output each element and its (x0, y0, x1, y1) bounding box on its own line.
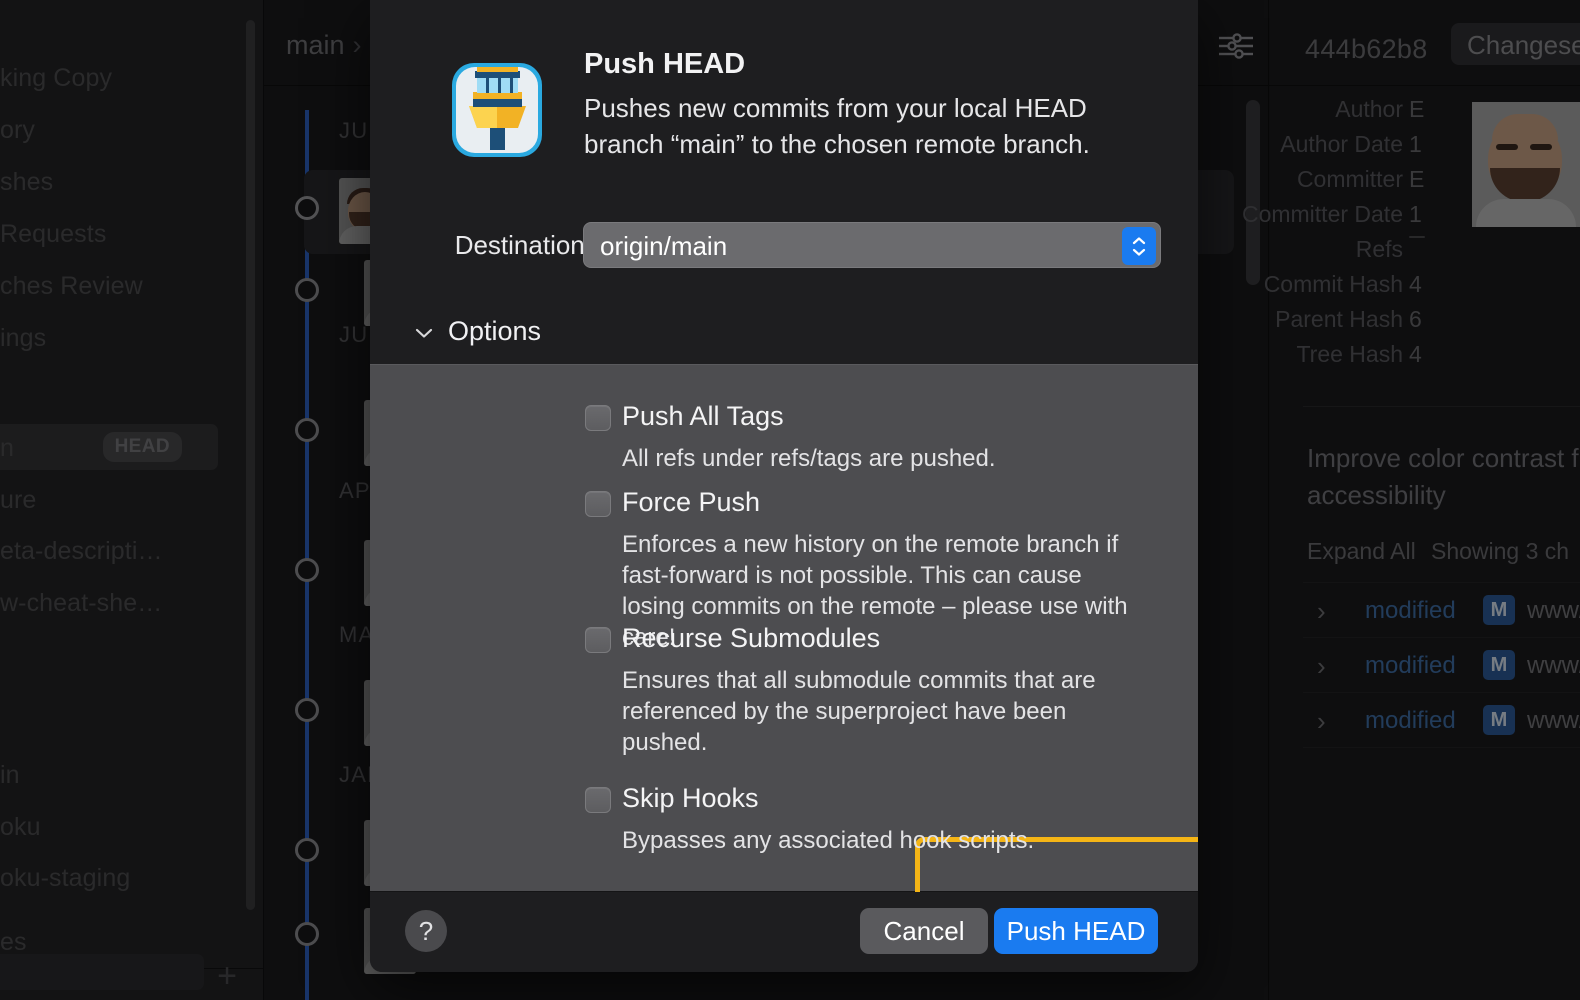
chevron-down-icon (414, 321, 434, 343)
dialog-header: Push HEAD Pushes new commits from your l… (370, 0, 1198, 290)
options-label: Options (448, 316, 541, 347)
options-panel: Push All Tags All refs under refs/tags a… (370, 364, 1198, 892)
push-head-dialog: Push HEAD Pushes new commits from your l… (370, 0, 1198, 972)
option-title: Push All Tags (622, 401, 784, 432)
destination-label: Destination: (370, 222, 592, 268)
destination-row: Destination: origin/main (370, 222, 1198, 268)
dialog-title: Push HEAD (584, 48, 745, 81)
option-title: Recurse Submodules (622, 623, 880, 654)
destination-select[interactable]: origin/main (583, 222, 1161, 268)
push-head-button[interactable]: Push HEAD (994, 908, 1158, 954)
option-title: Force Push (622, 487, 760, 518)
stepper-up-down-icon[interactable] (1122, 227, 1156, 265)
options-disclosure[interactable]: Options (414, 316, 541, 347)
cancel-button[interactable]: Cancel (860, 908, 988, 954)
help-button[interactable]: ? (405, 910, 447, 952)
skip-hooks-checkbox[interactable] (585, 787, 611, 813)
force-push-checkbox[interactable] (585, 491, 611, 517)
dialog-footer: ? Cancel Push HEAD (370, 892, 1198, 972)
destination-value: origin/main (600, 223, 727, 269)
recurse-submodules-checkbox[interactable] (585, 627, 611, 653)
tower-app-icon (450, 58, 544, 162)
option-description: Ensures that all submodule commits that … (622, 665, 1122, 758)
push-all-tags-checkbox[interactable] (585, 405, 611, 431)
option-description: Bypasses any associated hook scripts. (622, 825, 1142, 856)
option-title: Skip Hooks (622, 783, 759, 814)
option-description: All refs under refs/tags are pushed. (622, 443, 1142, 474)
screen: king Copy ory shes Requests ches Review … (0, 0, 1580, 1000)
dialog-description: Pushes new commits from your local HEAD … (584, 90, 1164, 162)
